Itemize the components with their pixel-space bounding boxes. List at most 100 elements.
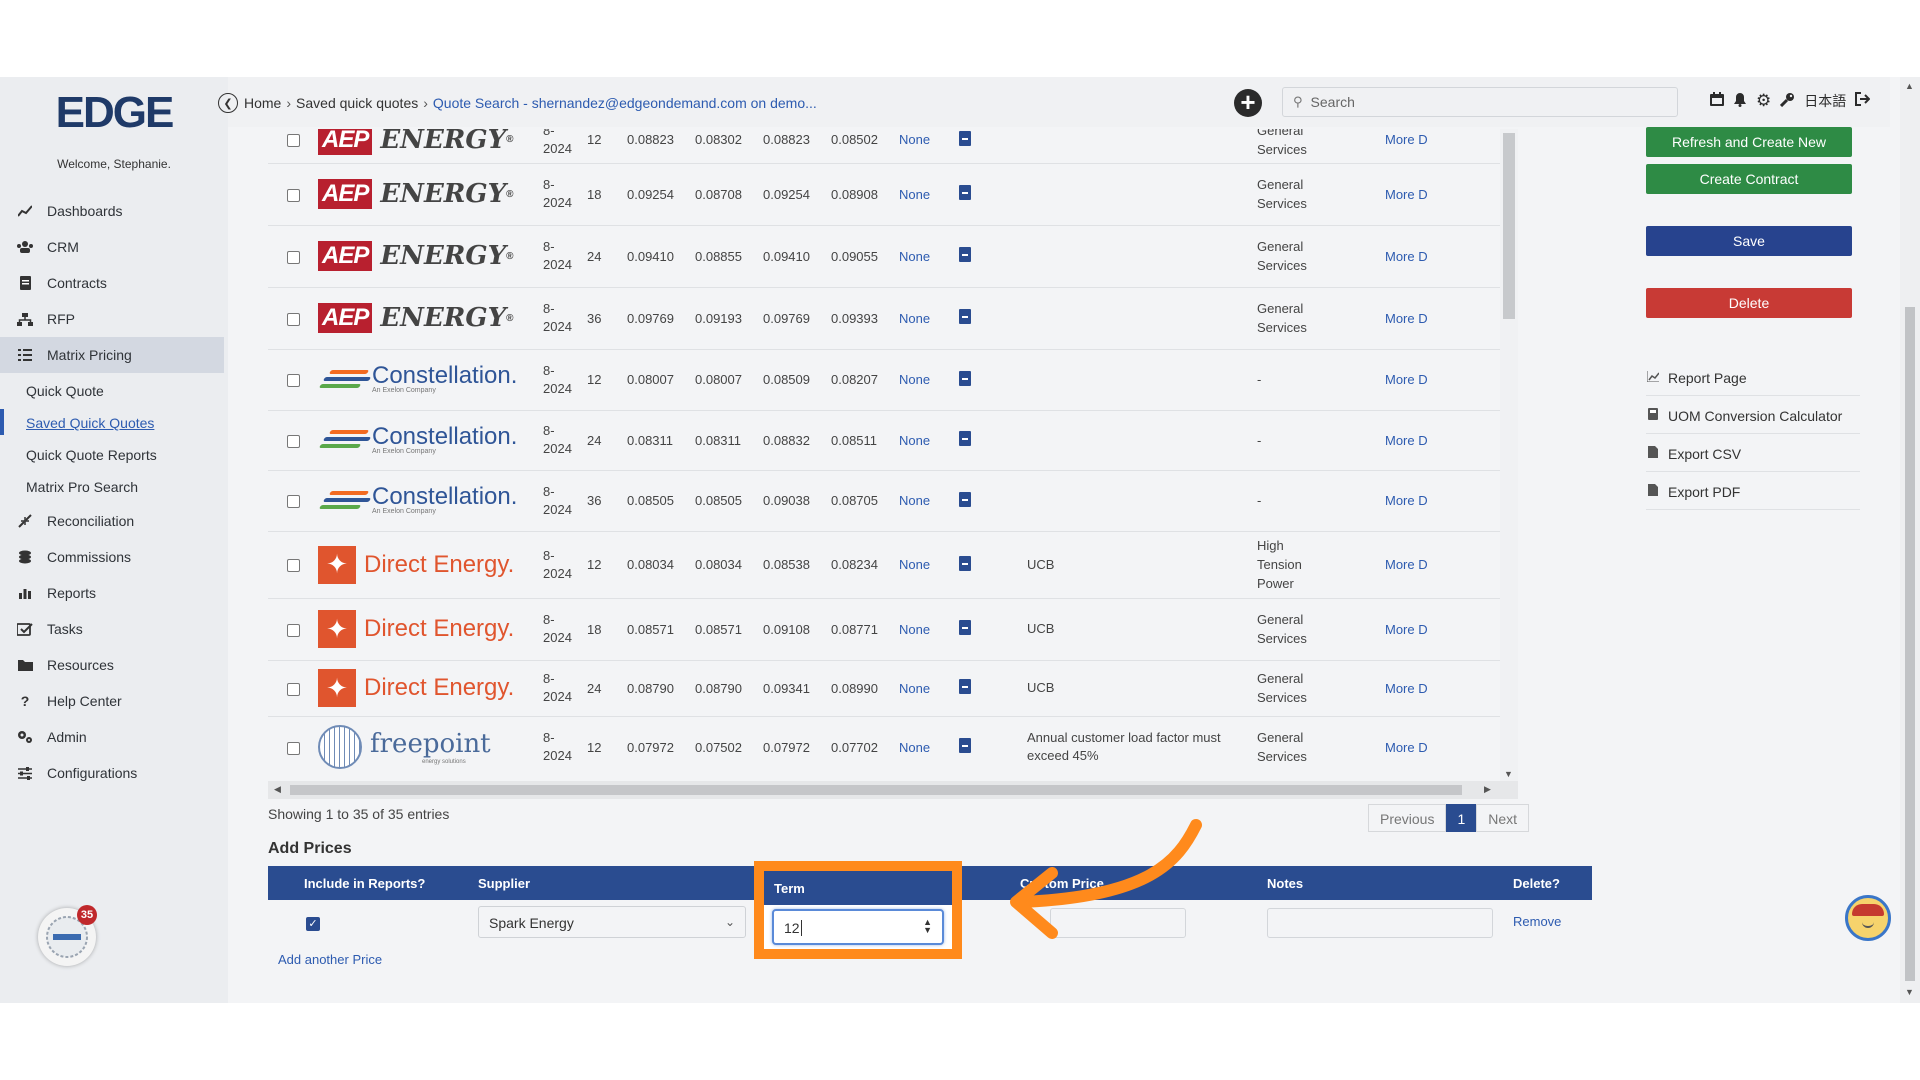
none-link[interactable]: None — [899, 660, 959, 717]
file-download-icon[interactable] — [959, 185, 971, 200]
row-checkbox[interactable] — [286, 559, 300, 573]
scroll-down-icon[interactable]: ▼ — [1504, 769, 1513, 779]
file-download-icon[interactable] — [959, 555, 971, 571]
none-link[interactable]: None — [899, 349, 959, 411]
sidebar-item-contracts[interactable]: Contracts — [0, 265, 224, 301]
sidebar-item-matrix-pricing[interactable]: Matrix Pricing — [0, 337, 224, 373]
table-horizontal-scrollbar[interactable]: ◀ ▶ — [268, 781, 1518, 799]
file-download-icon[interactable] — [959, 247, 971, 262]
scrollbar-thumb[interactable] — [1905, 307, 1915, 981]
sidebar-item-admin[interactable]: Admin — [0, 719, 224, 755]
more-details-link[interactable]: More D — [1385, 716, 1500, 769]
row-checkbox[interactable] — [286, 374, 300, 388]
none-link[interactable]: None — [899, 287, 959, 350]
save-button[interactable]: Save — [1646, 226, 1852, 256]
include-in-reports-checkbox[interactable]: ✓ — [306, 917, 320, 931]
page-vertical-scrollbar[interactable]: ▲ ▼ — [1900, 77, 1920, 1003]
back-arrow-icon[interactable]: ❮ — [218, 93, 238, 113]
more-details-link[interactable]: More D — [1385, 163, 1500, 226]
more-details-link[interactable]: More D — [1385, 598, 1500, 661]
file-download-icon[interactable] — [959, 679, 971, 694]
supplier-select[interactable]: Spark Energy ⌄ — [478, 906, 746, 938]
file-download-icon[interactable] — [959, 431, 971, 446]
file-download-icon[interactable] — [959, 620, 971, 635]
page-1-button[interactable]: 1 — [1446, 804, 1477, 832]
sidebar-item-configurations[interactable]: Configurations — [0, 755, 224, 791]
file-download-icon[interactable] — [959, 491, 971, 507]
row-checkbox[interactable] — [286, 495, 300, 509]
previous-page-button[interactable]: Previous — [1368, 804, 1447, 832]
create-contract-button[interactable]: Create Contract — [1646, 164, 1852, 194]
row-checkbox[interactable] — [286, 682, 300, 696]
spinner-arrows-icon[interactable]: ▲ ▼ — [923, 918, 932, 935]
none-link[interactable]: None — [899, 163, 959, 226]
more-details-link[interactable]: More D — [1385, 349, 1500, 411]
add-new-button[interactable]: + — [1234, 89, 1262, 117]
more-details-link[interactable]: More D — [1385, 531, 1500, 599]
none-link[interactable]: None — [899, 716, 959, 769]
more-details-link[interactable]: More D — [1385, 410, 1500, 471]
more-details-link[interactable]: More D — [1385, 470, 1500, 532]
more-details-link[interactable]: More D — [1385, 287, 1500, 350]
term-input[interactable]: 12 ▲ ▼ — [772, 909, 944, 945]
export-pdf-link[interactable]: Export PDF — [1646, 474, 1860, 510]
sidebar-item-reconciliation[interactable]: Reconciliation — [0, 503, 224, 539]
sidebar-item-dashboards[interactable]: Dashboards — [0, 193, 224, 229]
none-link[interactable]: None — [899, 598, 959, 661]
notes-input[interactable] — [1267, 908, 1493, 938]
sidebar-subitem-saved-quick-quotes[interactable]: Saved Quick Quotes — [26, 415, 154, 431]
row-checkbox[interactable] — [286, 434, 300, 448]
more-details-link[interactable]: More D — [1385, 129, 1500, 164]
scroll-up-icon[interactable]: ▲ — [1905, 81, 1914, 91]
sidebar-subitem-quick-quote-reports[interactable]: Quick Quote Reports — [26, 447, 157, 463]
breadcrumb-home[interactable]: Home — [244, 95, 281, 111]
table-vertical-scrollbar[interactable]: ▼ — [1500, 129, 1518, 781]
sidebar-item-crm[interactable]: CRM — [0, 229, 224, 265]
none-link[interactable]: None — [899, 531, 959, 599]
scrollbar-thumb[interactable] — [290, 785, 1462, 795]
sidebar-subitem-quick-quote[interactable]: Quick Quote — [26, 383, 104, 399]
export-csv-link[interactable]: Export CSV — [1646, 436, 1860, 472]
add-another-price-link[interactable]: Add another Price — [278, 952, 382, 967]
next-page-button[interactable]: Next — [1476, 804, 1530, 832]
file-download-icon[interactable] — [959, 370, 971, 386]
report-page-link[interactable]: Report Page — [1646, 360, 1860, 396]
breadcrumb-saved-quick-quotes[interactable]: Saved quick quotes — [296, 95, 418, 111]
uom-conversion-calculator-link[interactable]: UOM Conversion Calculator — [1646, 398, 1860, 434]
file-download-icon[interactable] — [959, 738, 971, 753]
row-checkbox[interactable] — [286, 623, 300, 637]
delete-button[interactable]: Delete — [1646, 288, 1852, 318]
edge-logo[interactable]: EDGE — [52, 89, 176, 133]
remove-price-link[interactable]: Remove — [1513, 914, 1561, 929]
scrollbar-thumb[interactable] — [1503, 133, 1515, 319]
row-checkbox[interactable] — [286, 312, 300, 326]
sidebar-item-rfp[interactable]: RFP — [0, 301, 224, 337]
more-details-link[interactable]: More D — [1385, 660, 1500, 717]
chat-assistant-avatar[interactable] — [1845, 895, 1891, 941]
scroll-left-icon[interactable]: ◀ — [274, 784, 281, 795]
none-link[interactable]: None — [899, 225, 959, 288]
row-checkbox[interactable] — [286, 134, 300, 148]
sidebar-item-resources[interactable]: Resources — [0, 647, 224, 683]
none-link[interactable]: None — [899, 470, 959, 532]
sidebar-item-tasks[interactable]: Tasks — [0, 611, 224, 647]
refresh-and-create-new-button[interactable]: Refresh and Create New — [1646, 127, 1852, 157]
file-download-icon[interactable] — [959, 130, 971, 146]
sidebar-item-help-center[interactable]: ? Help Center — [0, 683, 224, 719]
row-checkbox[interactable] — [286, 250, 300, 264]
more-details-link[interactable]: More D — [1385, 225, 1500, 288]
breadcrumb-current[interactable]: Quote Search - shernandez@edgeondemand.c… — [433, 95, 817, 111]
file-download-icon[interactable] — [959, 309, 971, 324]
row-checkbox[interactable] — [286, 741, 300, 755]
scroll-right-icon[interactable]: ▶ — [1484, 784, 1491, 795]
sidebar-subitem-matrix-pro-search[interactable]: Matrix Pro Search — [26, 479, 138, 495]
header-include-in-reports: Include in Reports? — [304, 876, 426, 891]
none-link[interactable]: None — [899, 410, 959, 471]
none-link[interactable]: None — [899, 129, 959, 164]
search-input[interactable]: ⚲ Search — [1282, 87, 1678, 117]
sidebar-item-reports[interactable]: Reports — [0, 575, 224, 611]
row-checkbox[interactable] — [286, 188, 300, 202]
scroll-down-icon[interactable]: ▼ — [1905, 987, 1914, 997]
rate-cell: 0.09038 — [763, 470, 831, 532]
sidebar-item-commissions[interactable]: Commissions — [0, 539, 224, 575]
